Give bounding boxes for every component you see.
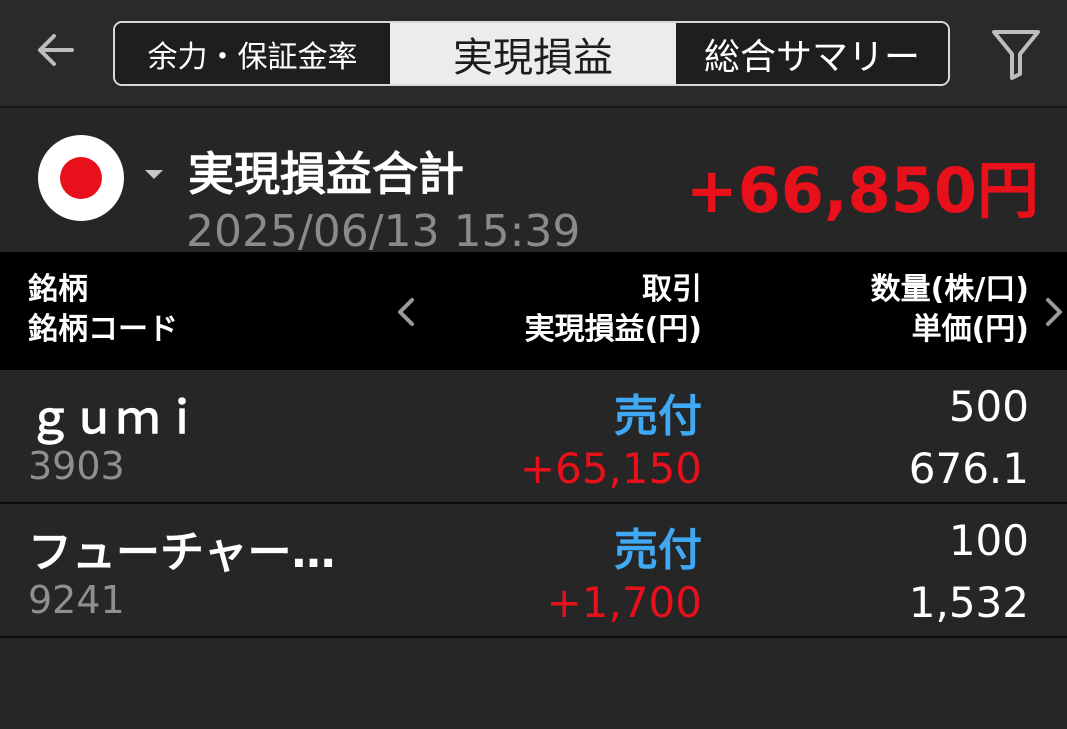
filter-button[interactable] — [986, 22, 1046, 84]
header-col-quantity: 数量(株/口) 単価(円) — [871, 270, 1029, 350]
tab-segment-control: 余力・保証金率 実現損益 総合サマリー — [113, 21, 950, 86]
trade-type: 売付 — [614, 391, 702, 442]
header-col-stock: 銘柄 銘柄コード — [28, 270, 178, 350]
header-realized-pl: 実現損益(円) — [524, 312, 702, 347]
top-bar: 余力・保証金率 実現損益 総合サマリー — [0, 0, 1067, 108]
table-row[interactable]: フューチャー… 9241 売付 +1,700 100 1,532 — [0, 504, 1067, 638]
trade-type: 売付 — [614, 525, 702, 576]
realized-profit: +65,150 — [519, 444, 702, 493]
quantity: 100 — [948, 516, 1029, 565]
header-stock-code: 銘柄コード — [28, 312, 178, 347]
unit-price: 676.1 — [908, 444, 1029, 493]
chevron-right-icon — [1046, 298, 1062, 326]
header-trade: 取引 — [642, 272, 702, 307]
empty-list-area — [0, 638, 1067, 729]
app-screen: 余力・保証金率 実現損益 総合サマリー 実現損益合計 2025/06/13 15… — [0, 0, 1067, 729]
table-row[interactable]: ｇｕｍｉ 3903 売付 +65,150 500 676.1 — [0, 370, 1067, 504]
header-unit-price: 単価(円) — [911, 312, 1029, 347]
summary-title: 実現損益合計 — [188, 147, 464, 201]
realized-pl-summary: 実現損益合計 2025/06/13 15:39 +66,850円 — [0, 108, 1067, 252]
column-prev-button[interactable] — [394, 294, 418, 330]
back-button[interactable] — [28, 22, 84, 78]
column-next-button[interactable] — [1042, 294, 1066, 330]
header-quantity: 数量(株/口) — [870, 272, 1029, 307]
stock-code: 3903 — [28, 444, 125, 488]
unit-price: 1,532 — [908, 578, 1029, 627]
tab-realized-pl[interactable]: 実現損益 — [390, 23, 676, 84]
summary-datetime: 2025/06/13 15:39 — [186, 206, 581, 252]
quantity: 500 — [948, 382, 1029, 431]
header-stock-name: 銘柄 — [28, 272, 88, 307]
chevron-down-icon[interactable] — [145, 170, 163, 179]
tab-overall-summary[interactable]: 総合サマリー — [676, 23, 948, 84]
flag-red-circle — [60, 157, 102, 199]
table-header: 銘柄 銘柄コード 取引 実現損益(円) 数量(株/口) 単価(円) — [0, 252, 1067, 370]
arrow-left-icon — [38, 34, 74, 66]
stock-code: 9241 — [28, 578, 125, 622]
stock-name: ｇｕｍｉ — [28, 393, 204, 444]
tab-margin-rate[interactable]: 余力・保証金率 — [115, 23, 390, 84]
japan-flag-icon[interactable] — [38, 135, 124, 221]
stock-name: フューチャー… — [28, 527, 336, 578]
chevron-left-icon — [398, 298, 414, 326]
summary-total-amount: +66,850円 — [685, 154, 1039, 227]
header-col-trade: 取引 実現損益(円) — [525, 270, 702, 350]
realized-profit: +1,700 — [546, 578, 702, 627]
funnel-filter-icon — [992, 30, 1040, 80]
